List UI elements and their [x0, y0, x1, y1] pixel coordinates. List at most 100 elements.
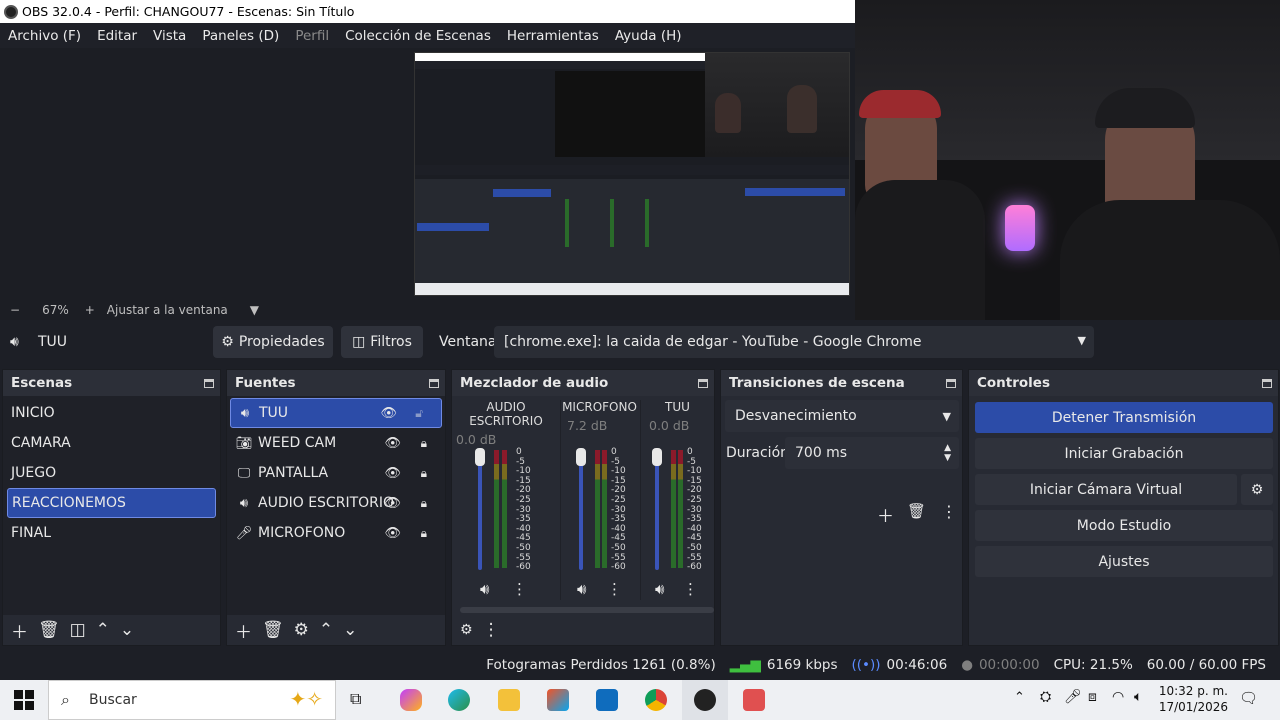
volume-slider[interactable] [655, 450, 659, 570]
move-down-icon[interactable]: ⌄ [120, 620, 134, 640]
eye-icon[interactable]: 👁︎ [384, 436, 401, 451]
more-options-icon[interactable]: ⋮ [483, 620, 500, 640]
menu-perfil[interactable]: Perfil [287, 28, 337, 44]
eye-icon[interactable]: 👁︎ [380, 406, 397, 421]
lock-icon[interactable]: 🔒︎ [421, 466, 427, 481]
task-view-icon[interactable]: ⧉ [350, 689, 361, 709]
lock-icon[interactable]: 🔒︎ [421, 526, 427, 541]
more-options-icon[interactable]: ⋮ [683, 580, 698, 598]
more-options-icon[interactable]: ⋮ [941, 502, 957, 521]
lock-icon[interactable]: 🔒︎ [421, 436, 427, 451]
move-down-icon[interactable]: ⌄ [343, 620, 357, 640]
trash-icon[interactable]: 🗑︎ [38, 620, 60, 640]
wifi-icon[interactable]: ◠ [1112, 689, 1124, 705]
move-up-icon[interactable]: ⌃ [319, 620, 333, 640]
virtual-camera-settings-button[interactable]: ⚙ [1241, 474, 1273, 505]
file-explorer-icon[interactable] [498, 689, 520, 711]
speaker-icon[interactable]: 🔊︎ [655, 580, 664, 598]
lock-icon[interactable]: 🔒︎ [421, 496, 427, 511]
scene-item[interactable]: JUEGO [3, 458, 220, 488]
more-options-icon[interactable]: ⋮ [512, 580, 527, 598]
taskbar-search[interactable]: ⌕ Buscar ✦✧ [48, 680, 336, 720]
menu-paneles[interactable]: Paneles (D) [194, 28, 287, 44]
source-item[interactable]: 🔊︎ AUDIO ESCRITORIO 👁︎ 🔒︎ [227, 488, 445, 518]
app-icon[interactable] [743, 689, 765, 711]
notifications-icon[interactable]: 🗨︎ [1239, 689, 1258, 707]
start-virtual-camera-label: Iniciar Cámara Virtual [1029, 481, 1183, 498]
add-icon[interactable]: ＋ [235, 618, 252, 643]
store-icon[interactable] [547, 689, 569, 711]
move-up-icon[interactable]: ⌃ [96, 620, 110, 640]
start-recording-button[interactable]: Iniciar Grabación [975, 438, 1273, 469]
zoom-in-button[interactable]: + [85, 303, 95, 317]
scene-item-selected[interactable]: REACCIONEMOS [7, 488, 216, 518]
gear-icon[interactable]: ⚙ [294, 620, 309, 640]
trash-icon[interactable]: 🗑︎ [907, 502, 926, 520]
obs-icon[interactable] [694, 689, 716, 711]
menu-ayuda[interactable]: Ayuda (H) [607, 28, 690, 44]
float-dock-icon[interactable] [698, 378, 708, 388]
filters-icon[interactable]: ◫ [70, 620, 86, 640]
volume-slider-knob[interactable] [475, 448, 485, 466]
window-select[interactable]: [chrome.exe]: la caida de edgar - YouTub… [494, 326, 1094, 358]
filters-button[interactable]: ◫ Filtros [341, 326, 423, 358]
edge-icon[interactable] [448, 689, 470, 711]
volume-slider-knob[interactable] [576, 448, 586, 466]
scene-item[interactable]: FINAL [3, 518, 220, 548]
add-icon[interactable]: ＋ [877, 502, 894, 527]
filters-icon: ◫ [352, 334, 366, 350]
more-options-icon[interactable]: ⋮ [607, 580, 622, 598]
screen-capture-icon[interactable]: ⧈ [1088, 689, 1097, 705]
trash-icon[interactable]: 🗑︎ [262, 620, 284, 640]
volume-icon[interactable]: 🔈︎ [1134, 689, 1142, 705]
float-dock-icon[interactable] [1262, 378, 1272, 388]
menu-herramientas[interactable]: Herramientas [499, 28, 607, 44]
duration-input[interactable]: 700 ms ▲ ▼ [785, 437, 959, 469]
stop-streaming-button[interactable]: Detener Transmisión [975, 402, 1273, 433]
eye-icon[interactable]: 👁︎ [384, 496, 401, 511]
tray-chevron-icon[interactable]: ⌃ [1014, 690, 1025, 705]
scene-item[interactable]: INICIO [3, 398, 220, 428]
source-item-selected[interactable]: 🔊︎ TUU 👁︎ 🔓︎ [230, 398, 442, 428]
taskbar-clock[interactable]: 10:32 p. m. 17/01/2026 [1159, 683, 1228, 715]
scene-item[interactable]: CAMARA [3, 428, 220, 458]
transition-select[interactable]: Desvanecimiento ▼ [725, 400, 959, 432]
source-item[interactable]: 📷︎ WEED CAM 👁︎ 🔒︎ [227, 428, 445, 458]
stepper-icon[interactable]: ▲ ▼ [944, 443, 951, 463]
scenes-dock: Escenas INICIO CAMARA JUEGO REACCIONEMOS… [2, 369, 221, 646]
volume-slider-knob[interactable] [652, 448, 662, 466]
tray-app-icon[interactable]: ⛭ [1040, 689, 1051, 705]
source-item[interactable]: 🖵 PANTALLA 👁︎ 🔒︎ [227, 458, 445, 488]
float-dock-icon[interactable] [204, 378, 214, 388]
properties-button[interactable]: ⚙ Propiedades [213, 326, 333, 358]
menu-archivo[interactable]: Archivo (F) [0, 28, 89, 44]
lock-icon[interactable]: 🔓︎ [415, 406, 423, 421]
chrome-icon[interactable] [645, 689, 667, 711]
speaker-icon[interactable]: 🔊︎ [480, 580, 489, 598]
speaker-icon[interactable]: 🔊︎ [577, 580, 586, 598]
source-item[interactable]: 🎤︎ MICROFONO 👁︎ 🔒︎ [227, 518, 445, 548]
settings-button[interactable]: Ajustes [975, 546, 1273, 577]
zoom-dropdown-icon[interactable]: ▼ [250, 303, 259, 317]
microphone-icon[interactable]: 🎤︎ [1064, 689, 1082, 705]
zoom-out-button[interactable]: − [10, 303, 20, 317]
menu-coleccion-escenas[interactable]: Colección de Escenas [337, 28, 499, 44]
eye-icon[interactable]: 👁︎ [384, 526, 401, 541]
add-icon[interactable]: ＋ [11, 618, 28, 643]
studio-mode-button[interactable]: Modo Estudio [975, 510, 1273, 541]
preview-canvas[interactable] [0, 48, 855, 300]
volume-slider[interactable] [478, 450, 482, 570]
volume-slider[interactable] [579, 450, 583, 570]
float-dock-icon[interactable] [429, 378, 439, 388]
advanced-audio-icon[interactable]: ⚙ [460, 622, 473, 638]
outlook-icon[interactable] [596, 689, 618, 711]
windows-start-icon[interactable] [14, 690, 34, 710]
float-dock-icon[interactable] [946, 378, 956, 388]
menu-editar[interactable]: Editar [89, 28, 145, 44]
eye-icon[interactable]: 👁︎ [384, 466, 401, 481]
copilot-icon[interactable] [400, 689, 422, 711]
mixer-scrollbar[interactable] [460, 607, 714, 613]
start-virtual-camera-button[interactable]: Iniciar Cámara Virtual [975, 474, 1237, 505]
menu-vista[interactable]: Vista [145, 28, 194, 44]
channel-db: 0.0 dB [456, 432, 497, 447]
